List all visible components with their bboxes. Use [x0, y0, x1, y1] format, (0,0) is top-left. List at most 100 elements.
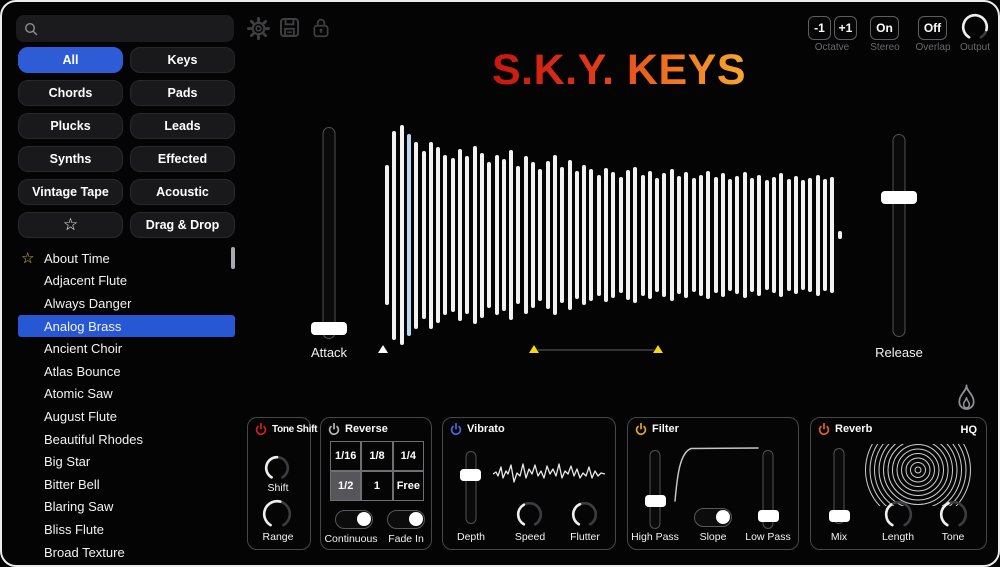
range-knob[interactable]: [262, 499, 292, 534]
save-icon[interactable]: [279, 17, 300, 38]
search-field[interactable]: [16, 15, 234, 42]
search-input[interactable]: [44, 20, 214, 37]
waveform-bar: [451, 158, 455, 312]
filter-curve-graphic: [673, 444, 761, 506]
waveform-bar: [407, 134, 411, 336]
category-leads[interactable]: Leads: [130, 113, 235, 139]
preset-row[interactable]: Broad Texture: [18, 541, 235, 563]
waveform-bar: [706, 171, 710, 299]
reverb-power-icon[interactable]: [818, 423, 830, 435]
panel-filter: Filter High Pass Slope Low Pass: [627, 417, 799, 550]
favorites-filter-button[interactable]: ☆: [18, 212, 123, 238]
tone-shift-title: Tone Shift: [272, 424, 317, 435]
preset-name: Bitter Bell: [44, 477, 100, 492]
start-marker[interactable]: [378, 345, 388, 353]
depth-slider[interactable]: [460, 451, 481, 524]
depth-label: Depth: [457, 531, 485, 543]
waveform-bar: [531, 162, 535, 307]
category-acoustic[interactable]: Acoustic: [130, 179, 235, 205]
preset-row[interactable]: Ancient Choir: [18, 337, 235, 360]
reverse-option-1[interactable]: 1: [361, 471, 392, 501]
reverse-option-1-2[interactable]: 1/2: [330, 471, 361, 501]
mix-slider-handle[interactable]: [829, 510, 850, 522]
high-pass-slider-handle[interactable]: [645, 495, 666, 507]
waveform-bar: [516, 166, 520, 305]
overlap-button[interactable]: Off: [918, 16, 947, 40]
reverse-option-1-16[interactable]: 1/16: [330, 441, 361, 471]
attack-slider[interactable]: [311, 127, 347, 339]
flutter-label: Flutter: [570, 531, 600, 543]
release-slider[interactable]: [881, 134, 917, 337]
flame-icon[interactable]: [953, 383, 980, 414]
high-pass-slider[interactable]: [645, 450, 666, 529]
low-pass-slider[interactable]: [758, 450, 779, 529]
waveform-bar: [429, 142, 433, 329]
preset-name: Broad Texture: [44, 545, 125, 560]
loop-end-marker[interactable]: [653, 345, 663, 353]
continuous-toggle[interactable]: [335, 510, 373, 529]
tone-knob[interactable]: [939, 500, 968, 534]
category-drag-drop[interactable]: Drag & Drop: [130, 212, 235, 238]
stereo-button[interactable]: On: [870, 16, 899, 40]
category-plucks[interactable]: Plucks: [18, 113, 123, 139]
length-label: Length: [882, 531, 914, 543]
fade-in-toggle[interactable]: [387, 510, 425, 529]
panel-vibrato: Vibrato Depth Speed Flutter: [442, 417, 616, 550]
category-synths[interactable]: Synths: [18, 146, 123, 172]
waveform-bar: [692, 178, 696, 292]
waveform-bar: [619, 177, 623, 294]
attack-slider-handle[interactable]: [311, 322, 347, 335]
preset-row[interactable]: Blaring Saw: [18, 496, 235, 519]
page-title: S.K.Y. KEYS: [492, 46, 746, 95]
favorite-star-icon[interactable]: ☆: [21, 249, 34, 267]
reverse-option-1-4[interactable]: 1/4: [393, 441, 424, 471]
preset-name: Beautiful Rhodes: [44, 432, 143, 447]
reverse-power-icon[interactable]: [328, 423, 340, 435]
category-vintage-tape[interactable]: Vintage Tape: [18, 179, 123, 205]
category-all[interactable]: All: [18, 47, 123, 73]
preset-row[interactable]: Analog Brass: [18, 315, 235, 338]
depth-slider-handle[interactable]: [460, 469, 481, 481]
category-keys[interactable]: Keys: [130, 47, 235, 73]
preset-row[interactable]: Adjacent Flute: [18, 270, 235, 293]
octave-up-button[interactable]: +1: [834, 16, 857, 40]
waveform-display[interactable]: [385, 125, 843, 345]
preset-row[interactable]: Always Danger: [18, 292, 235, 315]
flutter-knob[interactable]: [571, 501, 598, 533]
category-chords[interactable]: Chords: [18, 80, 123, 106]
reverse-option-free[interactable]: Free: [393, 471, 424, 501]
preset-row[interactable]: Atomic Saw: [18, 383, 235, 406]
preset-row[interactable]: August Flute: [18, 405, 235, 428]
preset-row[interactable]: Big Star: [18, 450, 235, 473]
preset-row[interactable]: Beautiful Rhodes: [18, 428, 235, 451]
lock-icon[interactable]: [312, 17, 330, 39]
preset-name: Atomic Saw: [44, 386, 113, 401]
category-pads[interactable]: Pads: [130, 80, 235, 106]
waveform-bar: [436, 147, 440, 323]
tone-shift-power-icon[interactable]: [255, 423, 267, 435]
filter-power-icon[interactable]: [635, 423, 647, 435]
preset-row[interactable]: Atlas Bounce: [18, 360, 235, 383]
slope-toggle[interactable]: [694, 508, 732, 527]
waveform-bar: [582, 165, 586, 306]
reverse-option-1-8[interactable]: 1/8: [361, 441, 392, 471]
release-slider-handle[interactable]: [881, 191, 917, 204]
preset-row[interactable]: ☆About Time: [18, 247, 235, 270]
length-knob[interactable]: [884, 500, 913, 534]
low-pass-slider-handle[interactable]: [758, 510, 779, 522]
waveform-bar: [823, 179, 827, 291]
speed-knob[interactable]: [516, 501, 543, 533]
waveform-bar: [787, 179, 791, 291]
octave-down-button[interactable]: -1: [808, 16, 831, 40]
hq-badge: HQ: [961, 424, 978, 436]
preset-row[interactable]: Bliss Flute: [18, 518, 235, 541]
preset-row[interactable]: Bitter Bell: [18, 473, 235, 496]
category-effected[interactable]: Effected: [130, 146, 235, 172]
preset-list-scrollbar[interactable]: [231, 247, 235, 269]
gear-icon[interactable]: [247, 17, 270, 40]
mix-slider[interactable]: [829, 448, 850, 524]
waveform-bar: [633, 167, 637, 303]
loop-start-marker[interactable]: [529, 345, 539, 353]
vibrato-power-icon[interactable]: [450, 423, 462, 435]
reverb-ripple-graphic: [856, 444, 978, 506]
